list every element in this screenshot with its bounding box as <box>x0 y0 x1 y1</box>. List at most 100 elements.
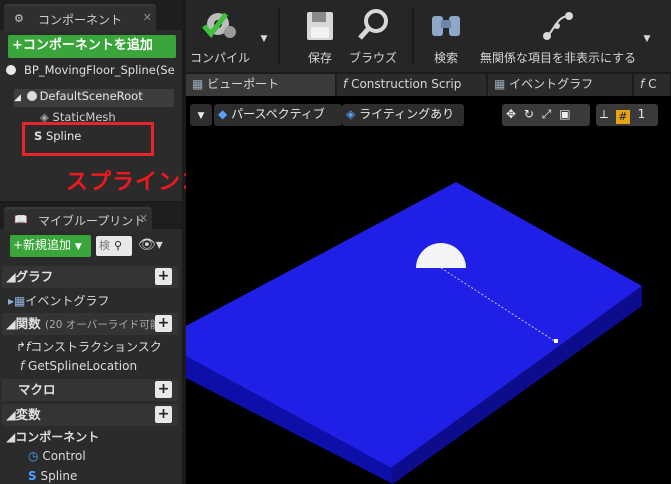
grid-snap-icon[interactable]: # <box>615 110 630 124</box>
viewport-options-button[interactable]: ▼ <box>190 104 212 126</box>
compile-icon <box>202 12 236 38</box>
browse-label: ブラウズ <box>348 51 397 65</box>
function-icon: f <box>20 359 29 373</box>
collapse-arrow-icon[interactable]: ◢ <box>14 93 21 103</box>
translate-icon[interactable]: ✥ <box>506 107 516 121</box>
actor-icon <box>6 65 16 75</box>
find-label: 検索 <box>433 51 458 65</box>
tab-label: ビューポート <box>207 77 280 91</box>
viewport-tab-icon: ▦ <box>192 77 204 91</box>
search-icon: ⚲ <box>114 239 123 252</box>
components-tabbar: ⚙ コンポーネント ✕ <box>0 0 182 32</box>
browse-button[interactable]: ブラウズ <box>346 6 400 68</box>
lighting-button[interactable]: ◈ ライティングあり <box>342 104 464 126</box>
list-item-control[interactable]: ◷ Control <box>28 449 86 463</box>
grid-value-icon[interactable]: 1 <box>638 107 646 121</box>
close-icon[interactable]: ✕ <box>139 212 148 225</box>
tab-label: イベントグラフ <box>509 77 594 91</box>
find-button[interactable]: 検索 <box>424 6 468 68</box>
perspective-icon: ◆ <box>218 107 228 121</box>
add-variable-button[interactable]: + <box>155 406 172 423</box>
rotate-icon[interactable]: ↻ <box>524 107 534 121</box>
tab-my-blueprint[interactable]: 📖 マイブループリント ✕ <box>4 207 152 231</box>
event-graph-icon: ▸▦ <box>8 294 26 308</box>
save-button[interactable]: 保存 <box>298 6 342 68</box>
save-label: 保存 <box>307 51 332 65</box>
add-new-label: +新規追加 <box>13 238 72 252</box>
functions-note: (20 オーバーライド可能 <box>45 319 161 331</box>
compile-button[interactable]: コンパイル <box>190 6 250 68</box>
section-functions[interactable]: ◢関数 (20 オーバーライド可能 + <box>2 313 178 335</box>
highlight-box <box>22 122 154 156</box>
hide-unrelated-dropdown[interactable]: ▼ <box>641 6 653 68</box>
tab-viewport[interactable]: ▦ ビューポート <box>186 74 336 96</box>
viewport[interactable]: ▼ ◆ パースペクティブ ◈ ライティングあり ✥ ↻ ⤢ ▣ ⟂ # 1 <box>186 96 671 484</box>
tab-label: Construction Scrip <box>351 77 462 91</box>
list-item-construction-script[interactable]: ↱fコンストラクションスク <box>16 338 162 355</box>
list-item-spline-var[interactable]: S Spline <box>28 469 77 483</box>
list-item-get-spline-location[interactable]: f GetSplineLocation <box>20 359 137 373</box>
chevron-down-icon: ▼ <box>260 34 268 44</box>
section-label: グラフ <box>15 269 54 284</box>
save-icon <box>307 12 333 40</box>
toolbar-divider <box>278 8 280 64</box>
tab-construction-script[interactable]: f Construction Scrip <box>337 74 487 96</box>
section-variables[interactable]: ◢変数 + <box>2 404 178 426</box>
hide-unrelated-button[interactable]: 無関係な項目を非表示にする <box>478 6 638 68</box>
editor-tabs: ▦ ビューポート f Construction Scrip ▦ イベントグラフ … <box>186 74 671 96</box>
spline-icon: S <box>28 469 37 483</box>
add-graph-button[interactable]: + <box>155 268 172 285</box>
my-blueprint-tab-label: マイブループリント <box>38 214 146 228</box>
item-label: コンポーネント <box>15 430 100 444</box>
item-label: コンストラクションスク <box>30 340 162 354</box>
components-icon: ⚙ <box>14 12 24 25</box>
search-placeholder: 検 <box>99 239 110 252</box>
list-item-components-category[interactable]: ◢コンポーネント <box>6 428 99 445</box>
tab-event-graph[interactable]: ▦ イベントグラフ <box>488 74 633 96</box>
function-icon: f <box>640 77 645 91</box>
tab-components[interactable]: ⚙ コンポーネント ✕ <box>4 4 156 32</box>
event-graph-icon: ▦ <box>494 77 506 91</box>
add-macro-button[interactable]: + <box>155 381 172 398</box>
binoculars-icon <box>432 16 460 36</box>
perspective-label: パースペクティブ <box>231 107 325 121</box>
surface-snap-icon[interactable]: ⟂ <box>600 107 608 121</box>
cube-icon[interactable]: ▣ <box>559 107 570 121</box>
chevron-down-icon: ▼ <box>197 111 205 121</box>
item-label: イベントグラフ <box>25 294 110 308</box>
tab-label: C <box>648 77 657 91</box>
lighting-label: ライティングあり <box>359 107 455 121</box>
function-icon: ↱f <box>16 340 31 354</box>
toolbar: コンパイル ▼ 保存 ブラウズ 検索 無関係な項目を非表示にする ▼ <box>186 0 671 72</box>
section-label: マクロ <box>18 382 56 397</box>
my-blueprint-panel: 📖 マイブループリント ✕ +新規追加 ▼ 検 ⚲ 👁▾ ◢グラフ + ▸▦イベント… <box>0 203 182 484</box>
snap-tools: ⟂ # 1 <box>596 104 658 126</box>
item-label: GetSplineLocation <box>28 359 138 373</box>
add-new-button[interactable]: +新規追加 ▼ <box>10 235 91 257</box>
tree-item-default-scene-root[interactable]: ◢ DefaultSceneRoot <box>14 89 174 107</box>
tab-overflow[interactable]: f C <box>634 74 671 96</box>
clock-icon: ◷ <box>28 449 39 463</box>
item-label: Spline <box>40 469 78 483</box>
scale-icon[interactable]: ⤢ <box>542 107 552 121</box>
section-macros[interactable]: マクロ + <box>2 379 178 401</box>
close-icon[interactable]: ✕ <box>143 11 152 24</box>
add-function-button[interactable]: + <box>155 315 172 332</box>
my-blueprint-tabbar: 📖 マイブループリント ✕ <box>0 203 182 231</box>
book-icon: 📖 <box>14 213 28 226</box>
view-options-icon[interactable]: 👁▾ <box>138 237 163 253</box>
section-label: 変数 <box>15 407 41 422</box>
compile-options-dropdown[interactable]: ▼ <box>258 6 270 68</box>
components-tab-label: コンポーネント <box>38 13 123 27</box>
add-component-button[interactable]: +コンポーネントを追加 <box>8 35 176 58</box>
lighting-icon: ◈ <box>346 107 356 121</box>
perspective-button[interactable]: ◆ パースペクティブ <box>214 104 342 126</box>
section-label: 関数 <box>15 316 41 331</box>
blueprint-name-row[interactable]: BP_MovingFloor_Spline(Se <box>6 63 176 81</box>
scene-root-icon <box>26 91 37 101</box>
function-icon: f <box>343 77 348 91</box>
item-label: Control <box>42 449 86 463</box>
section-graph[interactable]: ◢グラフ + <box>2 266 178 288</box>
list-item-event-graph[interactable]: ▸▦イベントグラフ <box>8 292 109 309</box>
search-input[interactable]: 検 ⚲ <box>96 236 132 256</box>
